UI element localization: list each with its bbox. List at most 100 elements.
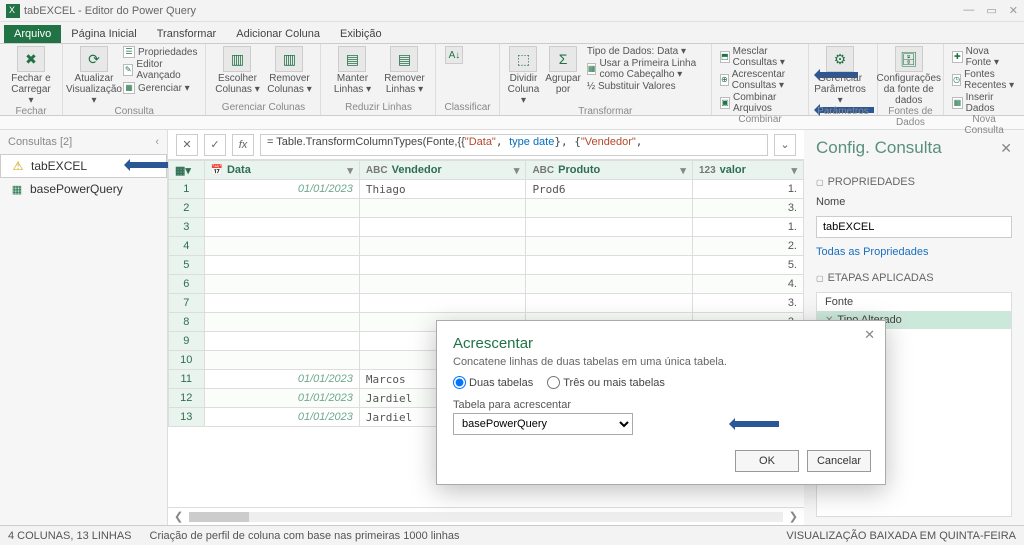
table-row[interactable]: 31. — [169, 218, 804, 237]
append-dialog: ✕ Acrescentar Concatene linhas de duas t… — [436, 320, 886, 485]
append-queries-button[interactable]: ⊕Acrescentar Consultas ▾ — [720, 69, 800, 91]
query-item-tabexcel[interactable]: ⚠ tabEXCEL — [0, 154, 167, 178]
tab-home[interactable]: Página Inicial — [61, 25, 146, 43]
group-reduce-rows-label: Reduzir Linhas — [329, 102, 427, 115]
manage-parameters-button[interactable]: ⚙Gerenciar Parâmetros ▾ — [817, 46, 863, 106]
col-header-valor[interactable]: 123valor▾ — [692, 161, 803, 180]
minimize-icon[interactable]: ― — [963, 4, 974, 17]
choose-columns-button[interactable]: ▥Escolher Colunas ▾ — [214, 46, 260, 95]
name-label: Nome — [816, 196, 1012, 208]
tab-view[interactable]: Exibição — [330, 25, 392, 43]
maximize-icon[interactable]: ▭ — [986, 4, 996, 17]
window-title: tabEXCEL - Editor do Power Query — [24, 5, 196, 17]
table-to-append-label: Tabela para acrescentar — [453, 399, 869, 411]
remove-rows-button[interactable]: ▤Remover Linhas ▾ — [381, 46, 427, 95]
query-item-basepowerquery[interactable]: ▦ basePowerQuery — [0, 178, 167, 200]
queries-pane: Consultas [2] ‹ ⚠ tabEXCEL ▦ basePowerQu… — [0, 130, 168, 525]
arrow-select-icon — [733, 421, 779, 427]
table-row[interactable]: 73. — [169, 294, 804, 313]
cancel-button[interactable]: Cancelar — [807, 450, 871, 472]
group-sort-label: Classificar — [444, 102, 490, 115]
status-bar: 4 COLUNAS, 13 LINHAS Criação de perfil d… — [0, 525, 1024, 545]
tab-transform[interactable]: Transformar — [147, 25, 227, 43]
table-to-append-select[interactable]: basePowerQuery — [453, 413, 633, 435]
commit-formula-button[interactable]: ✓ — [204, 134, 226, 156]
table-row[interactable]: 101/01/2023ThiagoProd61. — [169, 180, 804, 199]
refresh-preview-button[interactable]: ⟳Atualizar Visualização ▾ — [71, 46, 117, 106]
file-tab[interactable]: Arquivo — [4, 25, 61, 43]
manage-button[interactable]: ▦Gerenciar ▾ — [123, 82, 197, 94]
main-area: ✕ ✓ fx = Table.TransformColumnTypes(Font… — [168, 130, 804, 525]
status-profile-info: Criação de perfil de coluna com base nas… — [150, 530, 460, 542]
new-source-button[interactable]: ✚Nova Fonte ▾ — [952, 46, 1016, 68]
arrow-query-icon — [128, 162, 168, 168]
horizontal-scrollbar[interactable]: ❮ ❯ — [168, 507, 804, 525]
radio-two-tables[interactable]: Duas tabelas — [453, 376, 533, 389]
status-columns-rows: 4 COLUNAS, 13 LINHAS — [8, 530, 132, 542]
cancel-formula-button[interactable]: ✕ — [176, 134, 198, 156]
table-row[interactable]: 23. — [169, 199, 804, 218]
formula-bar: ✕ ✓ fx = Table.TransformColumnTypes(Font… — [168, 130, 804, 160]
settings-title: Config. Consulta — [816, 138, 942, 158]
group-transform-label: Transformar — [508, 106, 703, 119]
group-manage-cols-label: Gerenciar Colunas — [214, 102, 312, 115]
warning-icon: ⚠ — [11, 159, 25, 173]
app-icon — [6, 4, 20, 18]
dialog-title: Acrescentar — [453, 335, 869, 352]
step-source[interactable]: Fonte — [817, 293, 1011, 311]
tab-add-column[interactable]: Adicionar Coluna — [226, 25, 330, 43]
dialog-description: Concatene linhas de duas tabelas em uma … — [453, 356, 869, 368]
ribbon: ✖Fechar e Carregar ▾ Fechar ⟳Atualizar V… — [0, 44, 1024, 116]
ribbon-tabs: Arquivo Página Inicial Transformar Adici… — [0, 22, 1024, 44]
table-icon: ▦ — [10, 182, 24, 196]
col-header-produto[interactable]: ABCProduto▾ — [526, 161, 693, 180]
queries-header: Consultas [2] — [8, 136, 72, 148]
remove-columns-button[interactable]: ▥Remover Colunas ▾ — [266, 46, 312, 95]
sort-asc-button[interactable]: A↓ — [444, 46, 464, 64]
corner-cell[interactable]: ▦▾ — [169, 161, 205, 180]
group-params-label: Parâmetros — [817, 106, 869, 119]
query-name-input[interactable] — [816, 216, 1012, 238]
query-label: basePowerQuery — [30, 182, 123, 196]
enter-data-button[interactable]: ▦Inserir Dados — [952, 92, 1016, 114]
first-row-headers-button[interactable]: ▦Usar a Primeira Linha como Cabeçalho ▾ — [587, 58, 703, 80]
table-row[interactable]: 42. — [169, 237, 804, 256]
col-header-data[interactable]: 📅Data▾ — [204, 161, 359, 180]
advanced-editor-button[interactable]: ✎Editor Avançado — [123, 59, 197, 81]
combine-files-button[interactable]: ▣Combinar Arquivos — [720, 92, 800, 114]
group-by-button[interactable]: ΣAgrupar por — [545, 46, 581, 95]
properties-button[interactable]: ☰Propriedades — [123, 46, 197, 58]
col-header-vendedor[interactable]: ABCVendedor▾ — [359, 161, 526, 180]
scroll-left-icon[interactable]: ❮ — [174, 510, 183, 523]
expand-formula-button[interactable]: ⌄ — [774, 134, 796, 156]
properties-section: PROPRIEDADES — [828, 176, 915, 188]
split-column-button[interactable]: ⬚Dividir Coluna ▾ — [508, 46, 540, 106]
radio-three-or-more[interactable]: Três ou mais tabelas — [547, 376, 665, 389]
group-new-query-label: Nova Consulta — [952, 114, 1016, 138]
applied-steps-section: ETAPAS APLICADAS — [828, 272, 934, 284]
recent-sources-button[interactable]: ◷Fontes Recentes ▾ — [952, 69, 1016, 91]
close-load-button[interactable]: ✖Fechar e Carregar ▾ — [8, 46, 54, 106]
ok-button[interactable]: OK — [735, 450, 799, 472]
settings-close-icon[interactable]: ✕ — [1000, 140, 1012, 157]
query-label: tabEXCEL — [31, 159, 87, 173]
data-source-settings-button[interactable]: 🗄Configurações da fonte de dados — [886, 46, 932, 106]
table-row[interactable]: 64. — [169, 275, 804, 294]
scroll-right-icon[interactable]: ❯ — [789, 510, 798, 523]
all-properties-link[interactable]: Todas as Propriedades — [816, 246, 1012, 258]
group-close-label: Fechar — [8, 106, 54, 119]
group-combine-label: Combinar — [720, 114, 800, 127]
table-row[interactable]: 55. — [169, 256, 804, 275]
group-datasource-label: Fontes de Dados — [886, 106, 935, 130]
fx-button[interactable]: fx — [232, 134, 254, 156]
close-icon[interactable]: ✕ — [1009, 4, 1018, 17]
replace-values-button[interactable]: ½ Substituir Valores — [587, 81, 703, 92]
data-type-button[interactable]: Tipo de Dados: Data ▾ — [587, 46, 703, 57]
merge-queries-button[interactable]: ⬒Mesclar Consultas ▾ — [720, 46, 800, 68]
formula-input[interactable]: = Table.TransformColumnTypes(Fonte,{{"Da… — [260, 134, 768, 156]
title-bar: tabEXCEL - Editor do Power Query ― ▭ ✕ — [0, 0, 1024, 22]
keep-rows-button[interactable]: ▤Manter Linhas ▾ — [329, 46, 375, 95]
group-query-label: Consulta — [71, 106, 197, 119]
collapse-queries-icon[interactable]: ‹ — [155, 136, 159, 148]
dialog-close-icon[interactable]: ✕ — [864, 327, 875, 343]
